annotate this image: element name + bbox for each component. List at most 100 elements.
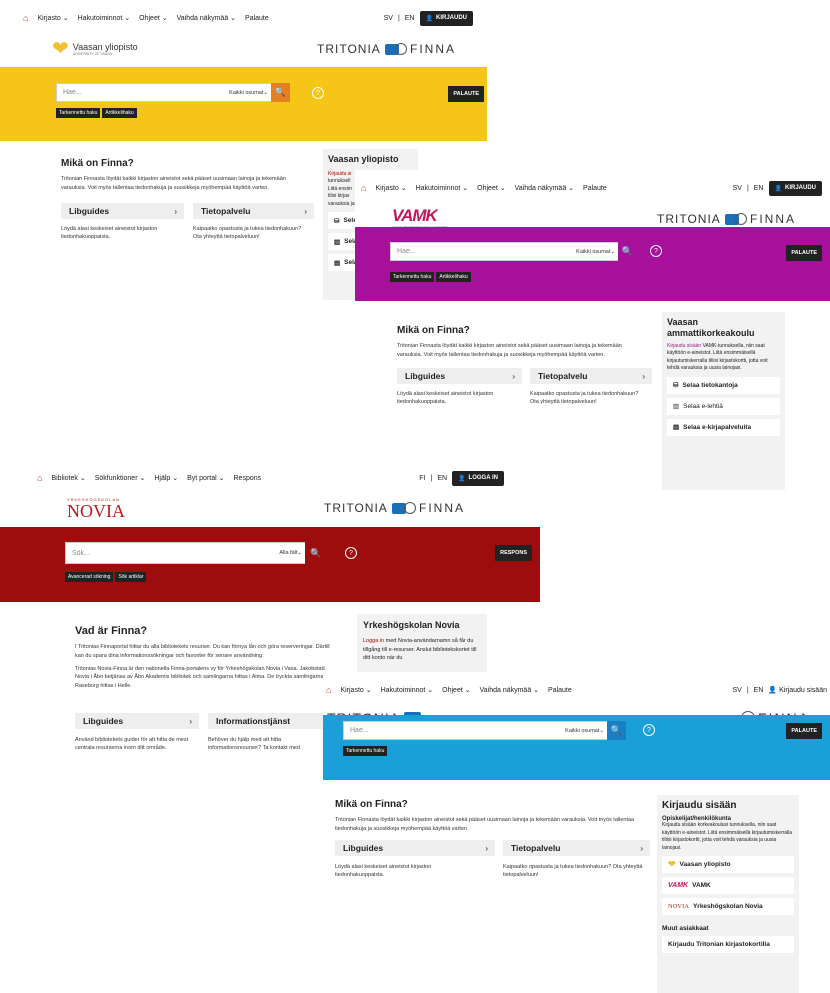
login-link[interactable]: 👤 Kirjaudu sisään <box>768 686 827 695</box>
lang-sep: | <box>746 686 749 694</box>
heart-logo-icon: ❤ <box>668 859 676 869</box>
search-type-select[interactable]: Kaikki osumat⌄ <box>565 728 607 734</box>
nav-kirjasto[interactable]: Kirjasto ⌄ <box>37 14 68 22</box>
palaute-button[interactable]: PALAUTE <box>786 723 822 739</box>
tritonia-logo[interactable]: TRITONIA <box>324 501 406 515</box>
search-box: Hae... Kaikki osumat⌄ 🔍 <box>343 721 626 740</box>
book-icon: ▤ <box>334 259 341 267</box>
login-button[interactable]: 👤 KIRJAUDU <box>768 180 822 196</box>
article-search-link[interactable]: Artikkelihaku <box>436 272 471 282</box>
advanced-search-link[interactable]: Tarkennettu haku <box>390 272 435 282</box>
finna-logo[interactable]: FINNA <box>395 42 456 56</box>
login-vamk-button[interactable]: VAMK VAMK <box>662 877 794 894</box>
help-icon[interactable]: ? <box>650 245 662 257</box>
lang-en[interactable]: EN <box>405 15 415 22</box>
nav-ohjeet[interactable]: Ohjeet ⌄ <box>139 14 167 22</box>
nav-vaihda[interactable]: Vaihda näkymää ⌄ <box>177 14 236 22</box>
logo-row: ❤ Vaasan yliopisto UNIVERSITY OF VAASA T… <box>0 36 487 66</box>
tritonia-logo[interactable]: TRITONIA <box>657 212 739 226</box>
nav-byt-portal[interactable]: Byt portal ⌄ <box>187 474 224 482</box>
nav-palaute[interactable]: Palaute <box>548 687 572 694</box>
respons-button[interactable]: RESPONS <box>495 545 532 561</box>
home-icon[interactable]: ⌂ <box>23 13 28 23</box>
palaute-button[interactable]: PALAUTE <box>448 86 484 102</box>
nav-bibliotek[interactable]: Bibliotek ⌄ <box>51 474 85 482</box>
tietopalvelu-card[interactable]: Tietopalvelu › <box>503 840 650 856</box>
browse-ebooks-button[interactable]: ▤ Selaa e-kirjapalveluita <box>667 418 780 436</box>
search-input[interactable]: Hae... <box>57 89 229 96</box>
advanced-search-link[interactable]: Tarkennettu haku <box>56 108 101 118</box>
nav-vaihda[interactable]: Vaihda näkymää ⌄ <box>515 184 574 192</box>
nav-kirjasto[interactable]: Kirjasto ⌄ <box>375 184 406 192</box>
login-novia-button[interactable]: NOVIA Yrkeshögskolan Novia <box>662 898 794 915</box>
lang-sv[interactable]: SV <box>733 687 742 694</box>
sidebar-login-link[interactable]: Logga in <box>363 638 384 644</box>
nav-vaihda[interactable]: Vaihda näkymää ⌄ <box>480 686 539 694</box>
nav-ohjeet[interactable]: Ohjeet ⌄ <box>477 184 505 192</box>
browse-ejournals-button[interactable]: ▥ Selaa e-lehtiä <box>667 397 780 415</box>
article-search-link[interactable]: Sök artiklar <box>115 572 147 582</box>
browse-databases-button[interactable]: ⛁ Selaa tietokantoja <box>667 376 780 394</box>
search-box: Hae... Kaikki osumat⌄ 🔍 <box>390 242 637 261</box>
search-input[interactable]: Sök... <box>66 550 279 557</box>
nav-hjalp[interactable]: Hjälp ⌄ <box>154 474 178 482</box>
advanced-search-link[interactable]: Avancerad sökning <box>65 572 114 582</box>
tietopalvelu-card[interactable]: Tietopalvelu › <box>530 368 652 384</box>
search-button[interactable]: 🔍 <box>271 83 290 102</box>
search-type-select[interactable]: Kaikki osumat⌄ <box>576 249 618 255</box>
sidebar: Kirjaudu sisään Opiskelijat/henkilökunta… <box>657 795 799 993</box>
lang-en[interactable]: EN <box>437 475 447 482</box>
libguides-card[interactable]: Libguides › <box>75 713 199 729</box>
login-vaasan-yliopisto-button[interactable]: ❤ Vaasan yliopisto <box>662 856 794 873</box>
finna-logo[interactable]: FINNA <box>404 501 465 515</box>
nav-palaute[interactable]: Palaute <box>245 15 269 22</box>
nav-ohjeet[interactable]: Ohjeet ⌄ <box>442 686 470 694</box>
libguides-desc: Löydä alasi keskeiset aineistot kirjasto… <box>61 226 158 241</box>
search-type-select[interactable]: Kaikki osumat⌄ <box>229 90 271 96</box>
lang-en[interactable]: EN <box>754 687 764 694</box>
finna-logo[interactable]: FINNA <box>735 212 796 226</box>
intro-text: Tritonian Finnasta löydät kaikki kirjast… <box>397 343 622 358</box>
nav-respons[interactable]: Respons <box>234 475 262 482</box>
novia-logo[interactable]: YRKESHÖGSKOLAN NOVIA <box>67 497 125 520</box>
help-icon[interactable]: ? <box>312 87 324 99</box>
libguides-card[interactable]: Libguides › <box>61 203 184 219</box>
tietopalvelu-card[interactable]: Tietopalvelu › <box>193 203 314 219</box>
libguides-card[interactable]: Libguides › <box>335 840 495 856</box>
home-icon[interactable]: ⌂ <box>37 473 42 483</box>
help-icon[interactable]: ? <box>345 547 357 559</box>
nav-hakutoiminnot[interactable]: Hakutoiminnot ⌄ <box>416 184 469 192</box>
uni-logo[interactable]: ❤ Vaasan yliopisto UNIVERSITY OF VAASA <box>52 39 138 59</box>
lang-sv[interactable]: SV <box>733 185 742 192</box>
login-button[interactable]: 👤 KIRJAUDU <box>419 10 473 26</box>
home-icon[interactable]: ⌂ <box>326 685 331 695</box>
lang-fi[interactable]: FI <box>419 475 425 482</box>
search-button[interactable]: 🔍 <box>305 542 327 564</box>
nav-hakutoiminnot[interactable]: Hakutoiminnot ⌄ <box>381 686 434 694</box>
sidebar-login-link[interactable]: Kirjaudu sisään <box>667 343 701 349</box>
lang-en[interactable]: EN <box>754 185 764 192</box>
search-input[interactable]: Hae... <box>391 248 576 255</box>
help-icon[interactable]: ? <box>643 724 655 736</box>
login-library-card-button[interactable]: Kirjaudu Tritonian kirjastokortilla <box>662 936 794 953</box>
lang-sep: | <box>397 14 400 22</box>
advanced-search-link[interactable]: Tarkennettu haku <box>343 746 388 756</box>
nav-kirjasto[interactable]: Kirjasto ⌄ <box>340 686 371 694</box>
libguides-card[interactable]: Libguides › <box>397 368 522 384</box>
informationstjanst-card[interactable]: Informationstjänst <box>208 713 338 729</box>
lang-sv[interactable]: SV <box>384 15 393 22</box>
nav-hakutoiminnot[interactable]: Hakutoiminnot ⌄ <box>78 14 131 22</box>
search-input[interactable]: Hae... <box>344 727 565 734</box>
sidebar-text: Kirjaudu sisään korkeakoulusi tunnuksell… <box>662 822 793 851</box>
novia-logo: NOVIA <box>668 903 689 910</box>
search-type-select[interactable]: Alla fält⌄ <box>279 550 305 556</box>
article-search-link[interactable]: Artikkelihaku <box>102 108 137 118</box>
nav-palaute[interactable]: Palaute <box>583 185 607 192</box>
palaute-button[interactable]: PALAUTE <box>786 245 822 261</box>
search-button[interactable]: 🔍 <box>618 242 637 261</box>
search-button[interactable]: 🔍 <box>607 721 626 740</box>
nav-sokfunktioner[interactable]: Sökfunktioner ⌄ <box>95 474 146 482</box>
home-icon[interactable]: ⌂ <box>361 183 366 193</box>
tritonia-logo[interactable]: TRITONIA <box>317 42 399 56</box>
login-button[interactable]: 👤 LOGGA IN <box>452 470 504 486</box>
